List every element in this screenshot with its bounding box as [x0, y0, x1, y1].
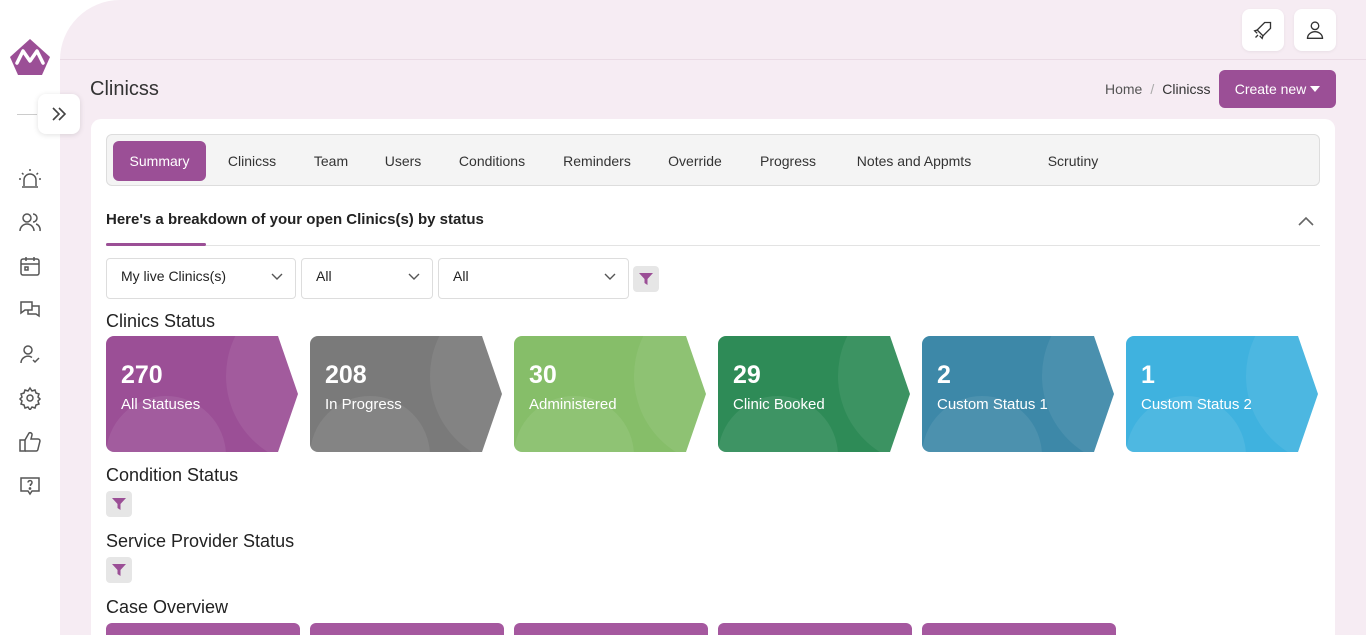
calendar-icon[interactable]	[18, 254, 42, 278]
rocket-icon	[1253, 21, 1272, 40]
tile-count: 1	[1141, 361, 1155, 389]
tile-count: 30	[529, 361, 557, 389]
rail-divider	[17, 114, 37, 115]
rocket-button[interactable]	[1242, 9, 1284, 51]
tab-team[interactable]: Team	[301, 141, 361, 181]
filter-select-3[interactable]: All	[438, 258, 629, 299]
case-tile[interactable]	[106, 623, 300, 635]
funnel-icon	[112, 498, 126, 510]
filter-select-3-value: All	[453, 268, 469, 284]
user-check-icon[interactable]	[18, 342, 42, 366]
tile-count: 208	[325, 361, 367, 389]
chevron-down-icon	[604, 273, 616, 280]
case-tile[interactable]	[922, 623, 1116, 635]
scope-select-value: My live Clinics(s)	[121, 268, 226, 284]
tab-clinicss[interactable]: Clinicss	[215, 141, 289, 181]
tab-bar: Summary Clinicss Team Users Conditions R…	[106, 134, 1320, 186]
case-overview-title: Case Overview	[106, 597, 229, 617]
tile-count: 2	[937, 361, 951, 389]
status-tile-administered[interactable]: 30 Administered	[514, 336, 706, 452]
app-logo[interactable]	[10, 39, 50, 75]
funnel-icon	[112, 564, 126, 576]
service-provider-status-title: Service Provider Status	[106, 531, 295, 551]
tab-notes-and-appmts[interactable]: Notes and Appmts	[844, 141, 984, 181]
section-divider	[106, 245, 1320, 246]
breadcrumb-separator: /	[1150, 81, 1155, 97]
tile-count: 270	[121, 361, 163, 389]
tile-label: Administered	[529, 396, 617, 413]
users-icon[interactable]	[18, 210, 42, 234]
tile-shape	[310, 336, 502, 452]
tab-summary[interactable]: Summary	[113, 141, 206, 181]
case-tile[interactable]	[718, 623, 912, 635]
double-chevron-right-icon	[52, 107, 67, 121]
scope-select[interactable]: My live Clinics(s)	[106, 258, 296, 299]
status-tile-in-progress[interactable]: 208 In Progress	[310, 336, 502, 452]
create-new-button[interactable]: Create new	[1219, 70, 1336, 108]
section-title-underline	[106, 243, 206, 246]
gear-icon[interactable]	[18, 386, 42, 410]
tile-label: In Progress	[325, 396, 402, 413]
chevron-down-icon	[408, 273, 420, 280]
tile-count: 29	[733, 361, 761, 389]
chevron-down-icon	[271, 273, 283, 280]
apply-filter-button[interactable]	[633, 266, 659, 292]
filter-select-2-value: All	[316, 268, 332, 284]
status-tile-custom-2[interactable]: 1 Custom Status 2	[1126, 336, 1318, 452]
tile-shape	[1126, 336, 1318, 452]
tile-shape	[922, 336, 1114, 452]
user-icon	[1306, 21, 1324, 39]
tab-users[interactable]: Users	[373, 141, 433, 181]
content-card: Summary Clinicss Team Users Conditions R…	[91, 119, 1335, 635]
help-chat-icon[interactable]	[18, 474, 42, 498]
service-provider-filter-button[interactable]	[106, 557, 132, 583]
create-new-label: Create new	[1234, 81, 1307, 97]
tile-label: All Statuses	[121, 396, 201, 413]
expand-sidebar-button[interactable]	[38, 94, 80, 134]
profile-button[interactable]	[1294, 9, 1336, 51]
breadcrumb-current: Clinicss	[1162, 81, 1211, 97]
caret-down-icon	[1310, 86, 1321, 92]
alarm-icon[interactable]	[18, 167, 42, 191]
tab-scrutiny[interactable]: Scrutiny	[1037, 141, 1109, 181]
clinics-status-title: Clinics Status	[106, 311, 216, 331]
status-tile-custom-1[interactable]: 2 Custom Status 1	[922, 336, 1114, 452]
section-title: Here's a breakdown of your open Clinics(…	[106, 211, 484, 228]
tab-conditions[interactable]: Conditions	[447, 141, 537, 181]
breadcrumb-home[interactable]: Home	[1105, 81, 1142, 97]
tile-shape	[106, 336, 298, 452]
top-bar	[60, 0, 1366, 60]
status-tile-all[interactable]: 270 All Statuses	[106, 336, 298, 452]
breadcrumb: Home / Clinicss	[1105, 81, 1210, 97]
chevron-up-icon[interactable]	[1296, 213, 1316, 229]
condition-filter-button[interactable]	[106, 491, 132, 517]
tile-label: Custom Status 1	[937, 396, 1048, 413]
tab-progress[interactable]: Progress	[750, 141, 826, 181]
tile-label: Clinic Booked	[733, 396, 825, 413]
case-tile[interactable]	[514, 623, 708, 635]
funnel-icon	[639, 273, 653, 285]
tab-override[interactable]: Override	[659, 141, 731, 181]
tab-reminders[interactable]: Reminders	[553, 141, 641, 181]
chat-icon[interactable]	[18, 298, 42, 322]
tile-label: Custom Status 2	[1141, 396, 1252, 413]
tile-shape	[718, 336, 910, 452]
page-title: Clinicss	[90, 78, 159, 100]
condition-status-title: Condition Status	[106, 465, 239, 485]
thumbs-up-icon[interactable]	[18, 430, 42, 454]
status-tile-clinic-booked[interactable]: 29 Clinic Booked	[718, 336, 910, 452]
case-tile[interactable]	[310, 623, 504, 635]
filter-select-2[interactable]: All	[301, 258, 433, 299]
tile-shape	[514, 336, 706, 452]
